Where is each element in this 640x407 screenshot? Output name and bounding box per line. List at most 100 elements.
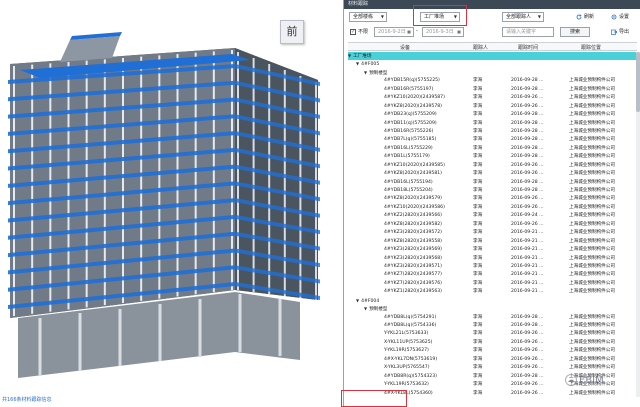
table-row[interactable]: 4#X-YKL7DN(5753619) 李海 2016-09-26 ... 上海城业预… (348, 356, 637, 364)
table-row[interactable]: 4#YKZ3(2820)(2439571) 李海 2016-09-21 ... 上海城… (348, 263, 637, 271)
table-row[interactable]: 4#YKZ1(2820)(2439563) 李海 2016-09-21 ... 上海城… (348, 288, 637, 296)
col-time[interactable]: 跟踪时间 (518, 44, 538, 51)
table-row[interactable]: 4#YKZ3(2820)(2439569) 李海 2016-09-21 ... 上海城… (348, 246, 637, 254)
cell-user: 李海 (473, 103, 483, 109)
date-to-input[interactable]: 2016-9-3日 ▦ (422, 27, 464, 37)
keyword-input[interactable]: 请输入关键字 (502, 27, 554, 37)
cell-user: 李海 (473, 204, 483, 210)
tree-group-row[interactable]: ▼ 4#F005 (348, 60, 637, 68)
expand-triangle-icon[interactable]: ▼ (364, 305, 367, 313)
scrollbar-thumb[interactable] (636, 52, 640, 112)
building-select[interactable]: 全部楼栋 ▼ (349, 12, 387, 22)
table-row[interactable]: X-YKL11UP(5753625) 李海 2016-09-26 ... 上海城业预制… (348, 339, 637, 347)
table-row[interactable]: 4#YKZ8(2820)(2439582) 李海 2016-09-26 ... 上海城… (348, 221, 637, 229)
cell-user: 李海 (473, 323, 483, 328)
table-row[interactable]: 4#YDB11(q)(5755209) 李海 2016-09-28 ... 上海城业预… (348, 120, 637, 128)
cell-loc: 上海城业预制构件公司 (569, 112, 615, 118)
cell-device: 4#YKZ8(2020)(2439579) (384, 196, 442, 202)
cell-loc: 上海城业预制构件公司 (569, 145, 615, 151)
cell-user: 李海 (473, 213, 483, 219)
cell-loc: 上海城业预制构件公司 (569, 120, 615, 126)
table-row[interactable]: 4#YDB16L(5755194) 李海 2016-09-28 ... 上海城业预制构… (348, 179, 637, 187)
table-row[interactable]: 4#YKZ7(2820)(2439577) 李海 2016-09-21 ... 上海城… (348, 271, 637, 279)
cell-device: 4#YDB1L(5755179) (384, 154, 430, 160)
table-row[interactable]: 4#YDB23(q)(5755209) 李海 2016-09-28 ... 上海城业预… (348, 111, 637, 119)
cell-time: 2016-09-28 ... (511, 120, 544, 126)
table-row[interactable]: 4#YKZ8(2020)(2439578) 李海 2016-09-26 ... 上海城… (348, 103, 637, 111)
date-from-input[interactable]: 2016-9-2日 ▦ (374, 27, 414, 37)
table-row[interactable]: 4#YKZ7(2820)(2439576) 李海 2016-09-21 ... 上海城… (348, 280, 637, 288)
table-row[interactable]: 4#YDB16L(5755229) 李海 2016-09-28 ... 上海城业预制构… (348, 145, 637, 153)
cell-loc: 上海城业预制构件公司 (569, 390, 615, 396)
table-row[interactable]: 4#YDB15R(q)(5755225) 李海 2016-09-28 ... 上海城业… (348, 77, 637, 85)
cell-loc: 上海城业预制构件公司 (569, 188, 615, 193)
table-row[interactable]: 4#YKZ2(2820)(2439566) 李海 2016-09-24 ... 上海城… (348, 212, 637, 220)
export-button[interactable]: 导出 (611, 27, 629, 37)
building-model (8, 32, 320, 378)
table-row[interactable]: Y-YKL21L(5753633) 李海 2016-09-26 ... 上海城业预制构… (348, 330, 637, 338)
cell-user: 李海 (473, 120, 483, 126)
tree-group-row[interactable]: ▼ 预制楼型 (348, 305, 637, 313)
table-row[interactable]: 4#YKZ10(2020)(2439587) 李海 2016-09-26 ... 上海… (348, 94, 637, 102)
tree-group-row[interactable]: ▼ 4#F004 (348, 297, 637, 305)
table-row[interactable]: 4#YKZ3(2820)(2439568) 李海 2016-09-21 ... 上海城… (348, 255, 637, 263)
cell-device: 4#YKZ8(2020)(2439578) (384, 103, 442, 109)
search-button[interactable]: 搜索 (560, 27, 590, 37)
table-row[interactable]: 4#YKZ8(2820)(2439558) 李海 2016-09-21 ... 上海城… (348, 238, 637, 246)
table-row[interactable]: 4#YDB18L(5755204) 李海 2016-09-28 ... 上海城业预制构… (348, 187, 637, 195)
table-row[interactable]: 4#YDB16R(5755197) 李海 2016-09-28 ... 上海城业预制构… (348, 86, 637, 94)
cell-time: 2016-09-26 ... (511, 95, 544, 101)
cell-device: X-YKL3UP(5765547) (384, 365, 430, 371)
table-row[interactable]: 4#YDB8L(q)(5754336) 李海 2016-09-28 ... 上海城业预… (348, 322, 637, 330)
table-row[interactable]: 4#YKZ10(2020)(2439586) 李海 2016-09-26 ... 上海… (348, 204, 637, 212)
tree-group-row[interactable]: ▼ 预制楼型 (348, 69, 637, 77)
col-location[interactable]: 跟踪位置 (581, 44, 601, 51)
viewcube[interactable]: 前 (280, 20, 304, 44)
cell-time: 2016-09-26 ... (511, 171, 544, 177)
cell-device: 4#YKZ3(2820)(2439572) (384, 230, 442, 236)
cell-time: 2016-09-26 ... (511, 382, 544, 388)
refresh-button[interactable]: 刷新 (576, 12, 594, 22)
table-row[interactable]: 4#YKZ8(2020)(2439581) 李海 2016-09-26 ... 上海城… (348, 170, 637, 178)
viewcube-label: 前 (286, 25, 298, 38)
vertical-scrollbar[interactable] (636, 52, 640, 397)
model-viewport[interactable]: 前 (0, 0, 343, 407)
noframe-checkbox[interactable]: ✓ (350, 29, 356, 35)
col-device[interactable]: 设备 (400, 44, 410, 51)
cell-device: 4#YDB23(q)(5755209) (384, 112, 437, 118)
table-row[interactable]: 4#YKZ8(2020)(2439579) 李海 2016-09-26 ... 上海城… (348, 195, 637, 203)
table-row[interactable]: 4#YDB7L(q)(5755185) 李海 2016-09-28 ... 上海城业预… (348, 136, 637, 144)
cell-user: 李海 (473, 365, 483, 371)
cell-time: 2016-09-26 ... (511, 331, 544, 337)
cell-loc: 上海城业预制构件公司 (569, 196, 615, 202)
cell-user: 李海 (473, 95, 483, 101)
table-row[interactable]: 4#YKZ10(2020)(2439585) 李海 2016-09-26 ... 上海… (348, 162, 637, 170)
table-row[interactable]: 4#YDB16R(5755226) 李海 2016-09-28 ... 上海城业预制构… (348, 128, 637, 136)
table-row[interactable]: 4#YKZ3(2820)(2439572) 李海 2016-09-21 ... 上海城… (348, 229, 637, 237)
table-row[interactable]: X-YKL3UP(5765547) 李海 2016-09-26 ... 上海城业预制构… (348, 364, 637, 372)
cell-user: 李海 (473, 356, 483, 362)
cell-loc: 上海城业预制构件公司 (569, 356, 615, 362)
user-select[interactable]: 全部跟踪人 ▼ (502, 12, 544, 22)
table-row[interactable]: Y-YKL19R(5753627) 李海 2016-09-26 ... 上海城业预制构… (348, 347, 637, 355)
expand-triangle-icon[interactable]: ▼ (356, 297, 359, 305)
tree-group-row[interactable]: ▼ 工厂堆场 (348, 52, 637, 61)
expand-triangle-icon[interactable]: ▼ (364, 69, 367, 77)
cell-loc: 上海城业预制构件公司 (569, 289, 615, 295)
cell-user: 李海 (473, 112, 483, 118)
table-row[interactable]: 4#YDB8L(q)(5754291) 李海 2016-09-28 ... 上海城业预… (348, 314, 637, 322)
cell-device: 4#YKZ3(2820)(2439569) (384, 247, 442, 253)
cell-device: Y-YKL19R(5753632) (384, 382, 429, 388)
expand-triangle-icon[interactable]: ▼ (348, 52, 351, 60)
cell-user: 李海 (473, 86, 483, 92)
table-row[interactable]: 4#YDB1L(5755179) 李海 2016-09-28 ... 上海城业预制构件… (348, 153, 637, 161)
expand-triangle-icon[interactable]: ▼ (356, 60, 359, 68)
col-user[interactable]: 跟踪人 (473, 44, 488, 51)
cell-time: 2016-09-28 ... (511, 323, 544, 328)
gear-icon (611, 14, 617, 20)
cell-user: 李海 (473, 289, 483, 295)
settings-button[interactable]: 设置 (611, 12, 629, 22)
cell-user: 李海 (473, 154, 483, 160)
cell-loc: 上海城业预制构件公司 (569, 348, 615, 354)
filter-row-2: ✓ 不限 2016-9-2日 ▦ - 2016-9-3日 ▦ 请输入关键字 搜索… (350, 27, 630, 37)
